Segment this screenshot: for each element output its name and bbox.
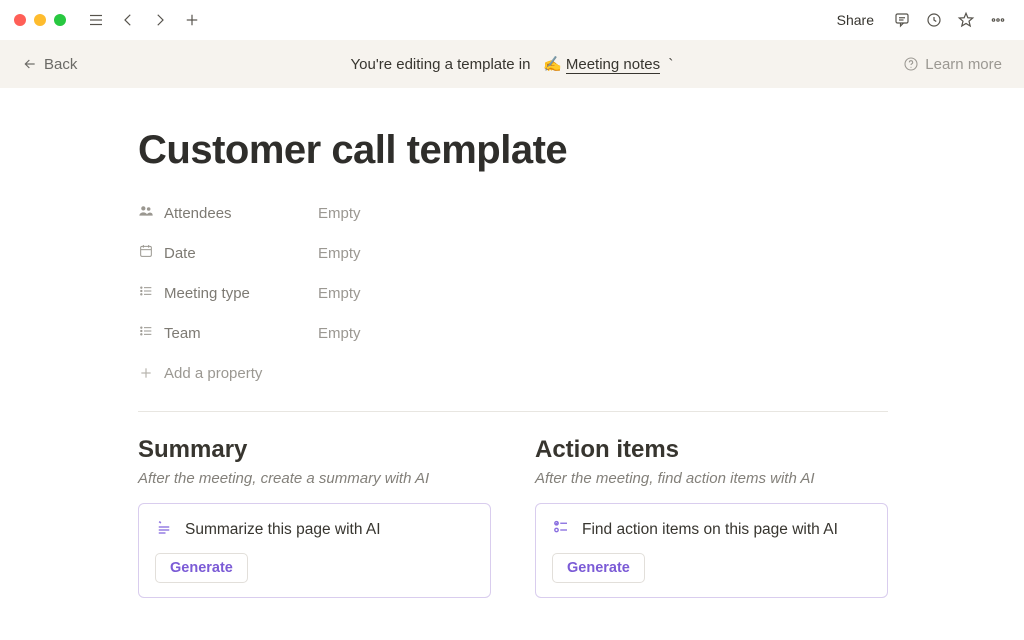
favorite-icon[interactable] xyxy=(954,8,978,32)
property-row[interactable]: Team Empty xyxy=(138,313,888,353)
summary-card-text: Summarize this page with AI xyxy=(185,521,381,539)
summarize-icon xyxy=(155,518,173,541)
more-icon[interactable] xyxy=(986,8,1010,32)
minimize-window-button[interactable] xyxy=(34,14,46,26)
learn-more-label: Learn more xyxy=(925,56,1002,73)
summary-subtitle[interactable]: After the meeting, create a summary with… xyxy=(138,470,491,487)
action-items-card-text: Find action items on this page with AI xyxy=(582,521,838,539)
learn-more-link[interactable]: Learn more xyxy=(903,56,1002,73)
action-items-icon xyxy=(552,518,570,541)
divider xyxy=(138,411,888,412)
page-title[interactable]: Customer call template xyxy=(138,128,890,173)
template-emoji: ✍️ xyxy=(543,56,562,73)
nav-back-button[interactable] xyxy=(116,8,140,32)
add-property-button[interactable]: Add a property xyxy=(138,353,888,393)
action-items-generate-button[interactable]: Generate xyxy=(552,553,645,583)
window-controls xyxy=(14,14,66,26)
summary-section: Summary After the meeting, create a summ… xyxy=(138,436,491,598)
new-page-button[interactable] xyxy=(180,8,204,32)
content-columns: Summary After the meeting, create a summ… xyxy=(138,436,888,598)
comments-icon[interactable] xyxy=(890,8,914,32)
calendar-icon xyxy=(138,243,154,263)
property-value[interactable]: Empty xyxy=(318,285,361,302)
share-button[interactable]: Share xyxy=(829,8,882,32)
template-parent-link[interactable]: Meeting notes xyxy=(566,56,660,74)
property-name: Date xyxy=(138,243,318,263)
summary-generate-button[interactable]: Generate xyxy=(155,553,248,583)
template-banner: Back You're editing a template in ✍️ Mee… xyxy=(0,40,1024,88)
property-name: Meeting type xyxy=(138,283,318,303)
property-row[interactable]: Date Empty xyxy=(138,233,888,273)
banner-prefix: You're editing a template in xyxy=(351,56,531,73)
property-name: Attendees xyxy=(138,203,318,223)
property-value[interactable]: Empty xyxy=(318,245,361,262)
nav-forward-button[interactable] xyxy=(148,8,172,32)
people-icon xyxy=(138,203,154,223)
list-icon xyxy=(138,283,154,303)
property-value[interactable]: Empty xyxy=(318,325,361,342)
action-items-subtitle[interactable]: After the meeting, find action items wit… xyxy=(535,470,888,487)
action-items-section: Action items After the meeting, find act… xyxy=(535,436,888,598)
menu-icon[interactable] xyxy=(84,8,108,32)
property-row[interactable]: Meeting type Empty xyxy=(138,273,888,313)
plus-icon xyxy=(138,365,154,381)
property-name: Team xyxy=(138,323,318,343)
list-icon xyxy=(138,323,154,343)
maximize-window-button[interactable] xyxy=(54,14,66,26)
action-items-heading[interactable]: Action items xyxy=(535,436,888,464)
titlebar: Share xyxy=(0,0,1024,40)
close-window-button[interactable] xyxy=(14,14,26,26)
back-button[interactable]: Back xyxy=(22,56,77,73)
updates-icon[interactable] xyxy=(922,8,946,32)
property-list: Attendees Empty Date Empty Meeting type … xyxy=(138,193,888,393)
property-value[interactable]: Empty xyxy=(318,205,361,222)
page-content: Customer call template Attendees Empty D… xyxy=(0,88,890,598)
property-row[interactable]: Attendees Empty xyxy=(138,193,888,233)
summary-heading[interactable]: Summary xyxy=(138,436,491,464)
summary-ai-card[interactable]: Summarize this page with AI Generate xyxy=(138,503,491,598)
action-items-ai-card[interactable]: Find action items on this page with AI G… xyxy=(535,503,888,598)
banner-message: You're editing a template in ✍️ Meeting … xyxy=(0,55,1024,73)
back-label: Back xyxy=(44,56,77,73)
